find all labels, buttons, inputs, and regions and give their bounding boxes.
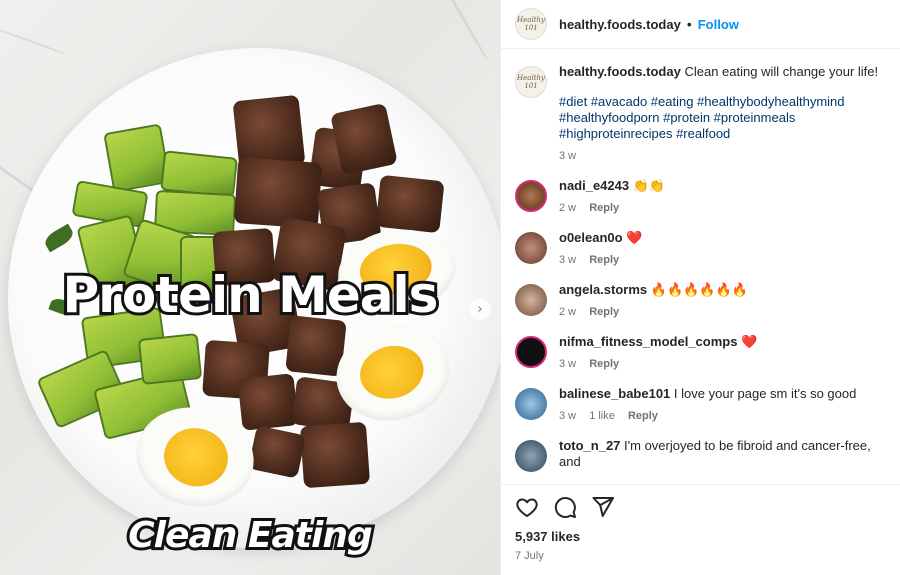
comment-username[interactable]: nifma_fitness_model_comps: [559, 334, 737, 349]
comment-text: ❤️: [741, 334, 758, 349]
marble-vein: [441, 0, 489, 62]
comment-item: balinese_babe101 I love your page sm it'…: [515, 386, 887, 424]
comment-username[interactable]: balinese_babe101: [559, 386, 670, 401]
avatar[interactable]: [515, 336, 547, 368]
avocado-chunk: [137, 332, 203, 386]
caption-time[interactable]: 3 w: [559, 150, 576, 162]
avatar[interactable]: [515, 388, 547, 420]
comment-time[interactable]: 3 w: [559, 358, 576, 370]
post-date[interactable]: 7 July: [515, 550, 887, 562]
comment-icon[interactable]: [553, 495, 577, 519]
steak-bite: [233, 157, 323, 229]
comment-text: ❤️: [626, 230, 643, 245]
likes-count[interactable]: 5,937 likes: [515, 529, 887, 544]
avatar-logo-text: Healthy 101: [517, 74, 545, 90]
avatar[interactable]: [515, 284, 547, 316]
comment-username[interactable]: nadi_e4243: [559, 178, 629, 193]
comment-item: nadi_e4243 👏👏 2 w Reply: [515, 178, 887, 216]
overlay-subtitle: Clean Eating: [125, 512, 375, 559]
caption-hashtags[interactable]: #diet #avacado #eating #healthybodyhealt…: [559, 94, 887, 142]
heart-icon[interactable]: [515, 495, 539, 519]
caption-text: Clean eating will change your life!: [684, 64, 879, 79]
avatar[interactable]: [515, 232, 547, 264]
avatar[interactable]: Healthy 101: [515, 66, 547, 98]
comment-username[interactable]: toto_n_27: [559, 438, 620, 453]
post-sidebar: Healthy 101 healthy.foods.today • Follow…: [500, 0, 900, 575]
comment-text: 👏👏: [632, 178, 666, 193]
comment-text: I love your page sm it's so good: [673, 386, 857, 401]
header-username[interactable]: healthy.foods.today: [559, 17, 681, 32]
comment-time[interactable]: 2 w: [559, 202, 576, 214]
steak-bite: [375, 174, 445, 234]
comment-time[interactable]: 3 w: [559, 410, 576, 422]
reply-button[interactable]: Reply: [589, 358, 619, 370]
chevron-right-icon: ›: [477, 301, 483, 317]
comment-username[interactable]: angela.storms: [559, 282, 647, 297]
comment-item: o0elean0o ❤️ 3 w Reply: [515, 230, 887, 268]
post-image[interactable]: Protein Meals Clean Eating ›: [0, 0, 500, 575]
comment-text: 🔥🔥🔥🔥🔥🔥: [650, 282, 748, 297]
caption: Healthy 101 healthy.foods.today Clean ea…: [515, 64, 887, 164]
separator-dot: •: [686, 16, 692, 32]
caption-username[interactable]: healthy.foods.today: [559, 64, 681, 79]
steak-bite: [237, 373, 299, 431]
reply-button[interactable]: Reply: [589, 306, 619, 318]
reply-button[interactable]: Reply: [589, 202, 619, 214]
avatar[interactable]: [515, 440, 547, 472]
reply-button[interactable]: Reply: [589, 254, 619, 266]
comments-list[interactable]: Healthy 101 healthy.foods.today Clean ea…: [501, 50, 900, 484]
comment-item: nifma_fitness_model_comps ❤️ 3 w Reply: [515, 334, 887, 372]
post-actions: 5,937 likes 7 July: [501, 484, 900, 575]
avatar-logo-text: Healthy 101: [517, 16, 545, 32]
avatar[interactable]: Healthy 101: [515, 8, 547, 40]
avatar[interactable]: [515, 180, 547, 212]
comment-time[interactable]: 2 w: [559, 306, 576, 318]
comment-time[interactable]: 3 w: [559, 254, 576, 266]
post-header: Healthy 101 healthy.foods.today • Follow: [501, 0, 900, 49]
follow-button[interactable]: Follow: [698, 17, 739, 32]
comment-likes[interactable]: 1 like: [589, 410, 615, 422]
comment-item: angela.storms 🔥🔥🔥🔥🔥🔥 2 w Reply: [515, 282, 887, 320]
marble-vein: [0, 26, 68, 56]
reply-button[interactable]: Reply: [628, 410, 658, 422]
share-icon[interactable]: [591, 495, 615, 519]
next-image-button[interactable]: ›: [469, 298, 491, 320]
steak-bite: [299, 421, 371, 489]
comment-item: toto_n_27 I'm overjoyed to be fibroid an…: [515, 438, 887, 472]
overlay-title: Protein Meals: [60, 263, 442, 327]
comment-username[interactable]: o0elean0o: [559, 230, 623, 245]
